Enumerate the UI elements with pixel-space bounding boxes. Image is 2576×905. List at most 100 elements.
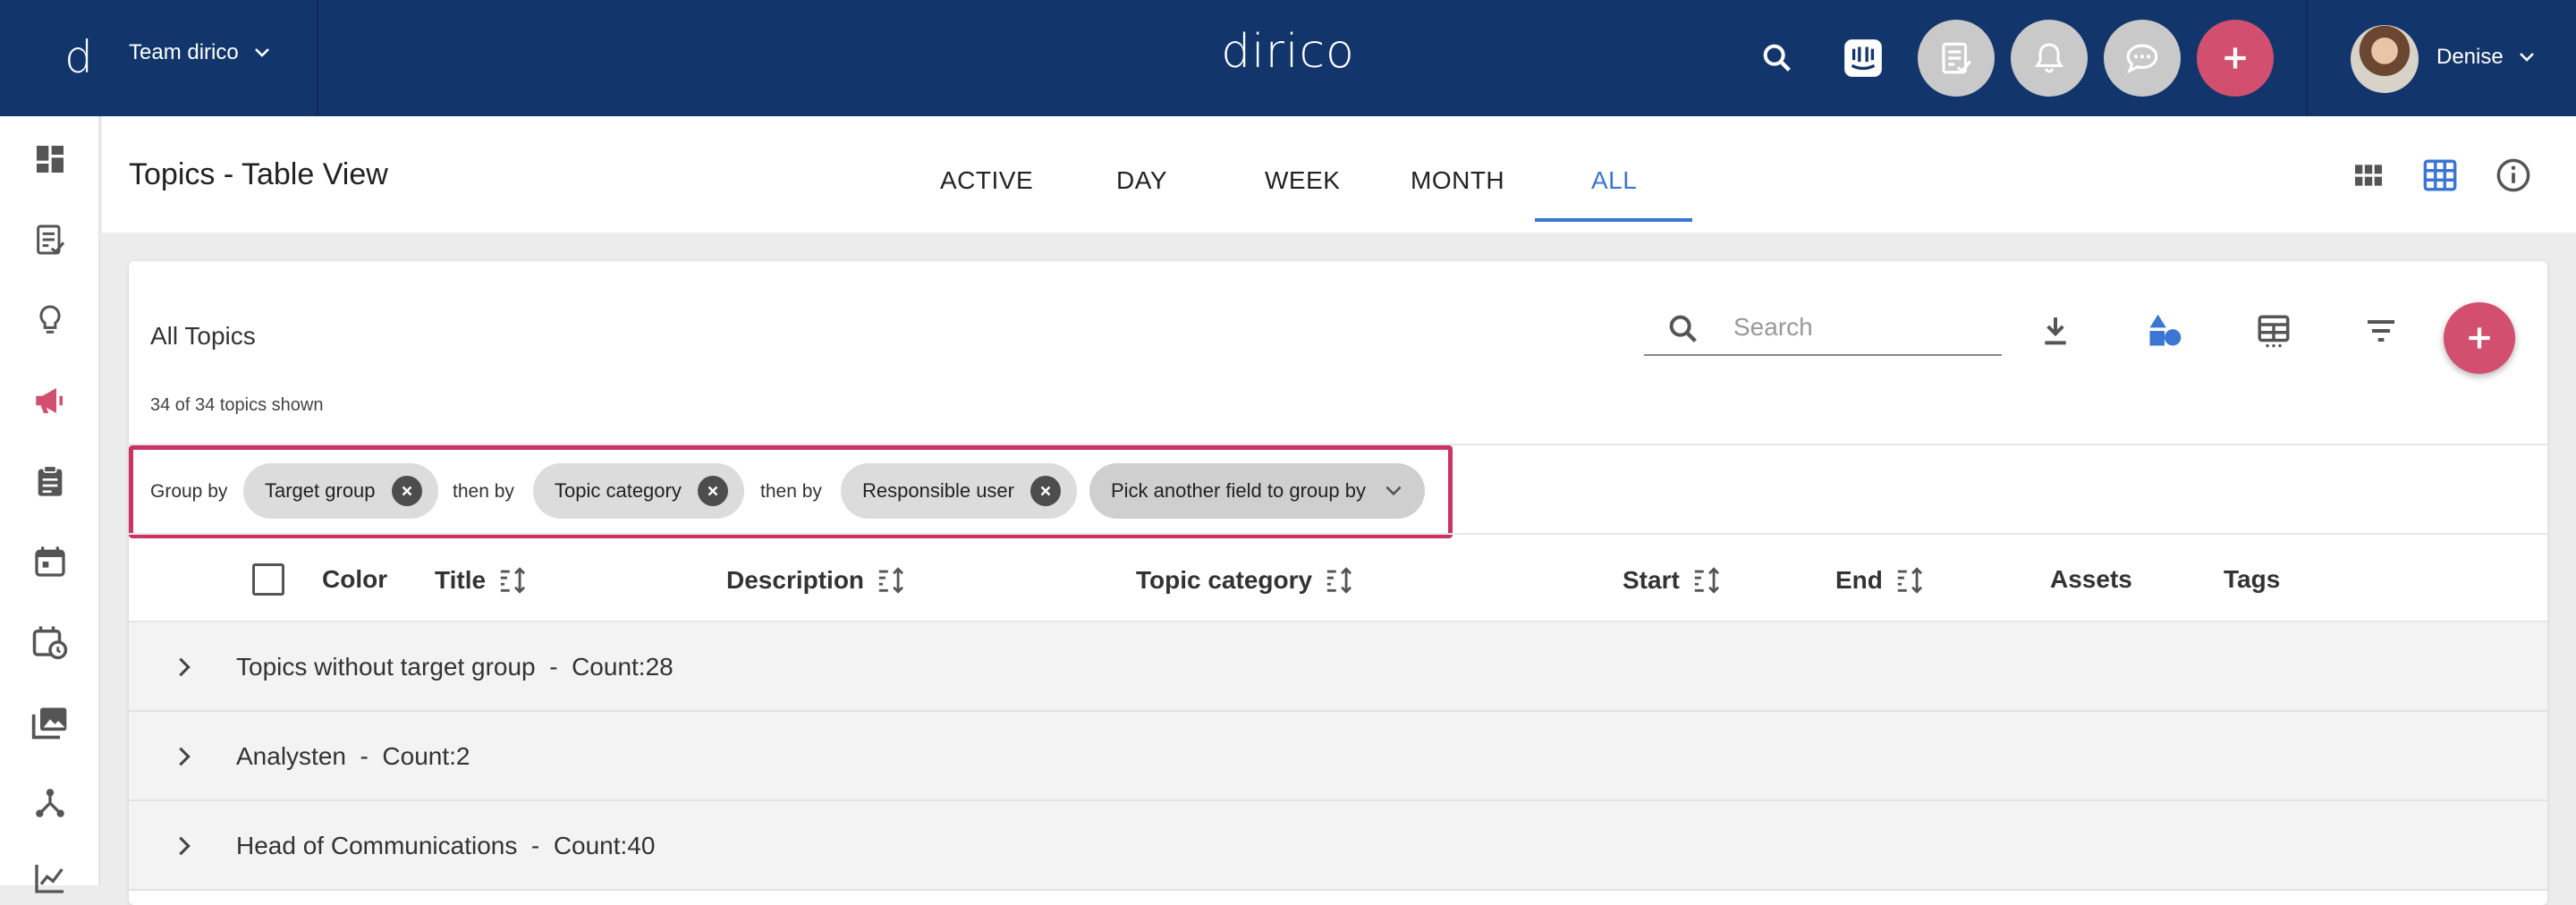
chevron-right-icon — [179, 657, 191, 677]
team-switcher[interactable]: Team dirico — [129, 40, 273, 65]
table-header: Color Title Description Topic category S… — [129, 533, 2547, 622]
chip-label: Topic category — [555, 479, 682, 502]
add-icon — [2469, 327, 2490, 349]
intercom-icon — [1844, 39, 1882, 77]
schedule-icon — [32, 626, 68, 660]
chip-label: Target group — [265, 479, 376, 502]
user-menu[interactable]: Denise — [2436, 45, 2538, 70]
top-bar: d Team dirico dirico Denise — [0, 0, 2576, 116]
sidebar-item-calendar[interactable] — [29, 540, 72, 583]
notifications-button[interactable] — [2011, 20, 2088, 97]
clipboard-icon — [38, 465, 63, 496]
info-button[interactable] — [2494, 156, 2533, 195]
sidebar-item-media[interactable] — [29, 701, 72, 744]
expand-group-button[interactable] — [168, 740, 200, 773]
brand-mark[interactable]: d — [55, 34, 102, 80]
divider — [317, 0, 318, 116]
column-header-topic-category[interactable]: Topic category — [1136, 565, 1355, 596]
topics-card: All Topics 34 of 34 topics shown Group b… — [129, 261, 2547, 905]
create-button[interactable] — [2197, 20, 2274, 97]
tab-all[interactable]: ALL — [1591, 166, 1637, 195]
remove-chip-button[interactable] — [697, 476, 728, 506]
chat-icon — [2126, 44, 2158, 74]
column-label: Topic category — [1136, 566, 1313, 594]
sort-icon[interactable] — [877, 565, 907, 596]
columns-button[interactable] — [2249, 306, 2299, 356]
intercom-button[interactable] — [1825, 20, 1902, 97]
table-view-button[interactable] — [2420, 156, 2460, 195]
app-logo[interactable]: dirico — [1199, 25, 1377, 79]
dashboard-icon — [37, 146, 64, 173]
group-row-label: Head of Communications - Count:40 — [236, 832, 656, 859]
chat-button[interactable] — [2104, 20, 2181, 97]
remove-chip-button[interactable] — [391, 476, 422, 506]
review-button[interactable] — [1918, 20, 1995, 97]
sort-icon[interactable] — [1895, 565, 1926, 596]
sidebar-item-analytics[interactable] — [29, 857, 72, 900]
sidebar — [0, 116, 100, 893]
tasks-icon — [37, 224, 65, 255]
expand-group-button[interactable] — [168, 651, 200, 683]
tab-day[interactable]: DAY — [1116, 166, 1167, 195]
sidebar-item-dashboard[interactable] — [29, 138, 72, 181]
group-chip-responsible-user[interactable]: Responsible user — [841, 463, 1077, 519]
user-name: Denise — [2436, 45, 2504, 69]
pick-group-field-dropdown[interactable]: Pick another field to group by — [1089, 463, 1425, 519]
avatar[interactable] — [2351, 25, 2419, 93]
sort-icon[interactable] — [1325, 565, 1355, 596]
download-button[interactable] — [2030, 306, 2080, 356]
tab-month[interactable]: MONTH — [1411, 166, 1504, 195]
analytics-icon — [35, 865, 64, 893]
sidebar-item-ideas[interactable] — [29, 299, 72, 342]
group-row-label: Topics without target group - Count:28 — [236, 653, 674, 681]
group-chip-target-group[interactable]: Target group — [243, 463, 438, 519]
search-button[interactable] — [1739, 20, 1816, 97]
remove-chip-button[interactable] — [1030, 476, 1061, 506]
sidebar-item-schedule[interactable] — [29, 621, 72, 664]
column-label: Description — [726, 566, 865, 594]
search-field[interactable] — [1644, 300, 2002, 356]
sidebar-item-clipboard[interactable] — [29, 460, 72, 503]
sort-icon[interactable] — [498, 565, 529, 596]
tab-active[interactable]: ACTIVE — [940, 166, 1033, 195]
column-header-tags: Tags — [2224, 565, 2280, 594]
sort-icon[interactable] — [1692, 565, 1723, 596]
expand-group-button[interactable] — [168, 830, 200, 862]
column-header-description[interactable]: Description — [726, 565, 907, 596]
column-header-start[interactable]: Start — [1623, 565, 1723, 596]
grid-view-button[interactable] — [2349, 156, 2388, 195]
filter-button[interactable] — [2356, 306, 2406, 356]
column-header-title[interactable]: Title — [435, 565, 529, 596]
column-label: End — [1835, 566, 1883, 594]
column-header-end[interactable]: End — [1835, 565, 1926, 596]
close-icon — [708, 486, 718, 496]
group-row[interactable]: Analysten - Count:2 — [129, 712, 2547, 801]
download-icon — [2045, 317, 2066, 345]
column-header-assets: Assets — [2050, 565, 2132, 594]
search-input[interactable] — [1733, 313, 1984, 342]
divider — [2306, 0, 2308, 116]
select-all-checkbox[interactable] — [252, 563, 284, 596]
group-chip-topic-category[interactable]: Topic category — [533, 463, 744, 519]
column-header-color[interactable]: Color — [322, 565, 387, 594]
search-icon — [1669, 315, 1697, 343]
shapes-button[interactable] — [2140, 306, 2190, 356]
sidebar-item-tasks[interactable] — [29, 218, 72, 261]
pick-field-label: Pick another field to group by — [1111, 479, 1366, 502]
sidebar-item-campaigns[interactable] — [29, 379, 72, 422]
sidebar-item-network[interactable] — [29, 782, 72, 825]
chevron-right-icon — [179, 836, 191, 856]
column-label: Color — [322, 565, 388, 593]
then-by-label: then by — [760, 481, 822, 502]
group-row-label: Analysten - Count:2 — [236, 742, 470, 770]
media-icon — [31, 707, 67, 740]
chevron-right-icon — [179, 747, 191, 766]
team-name: Team dirico — [129, 40, 239, 64]
add-topic-button[interactable] — [2444, 302, 2515, 374]
group-row[interactable]: Topics without target group - Count:28 — [129, 622, 2547, 712]
page-header: Topics - Table View ACTIVE DAY WEEK MONT… — [102, 116, 2576, 233]
chip-label: Responsible user — [862, 479, 1014, 502]
column-label: Tags — [2224, 565, 2281, 593]
tab-week[interactable]: WEEK — [1265, 166, 1340, 195]
group-row[interactable]: Head of Communications - Count:40 — [129, 801, 2547, 891]
